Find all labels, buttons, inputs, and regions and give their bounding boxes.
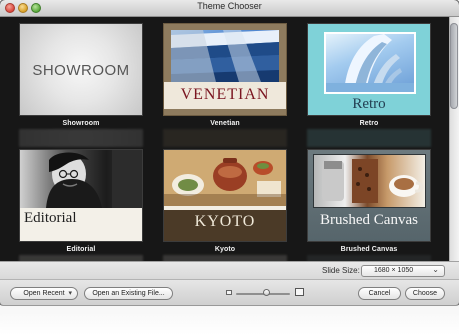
theme-thumbnail-brushed-canvas[interactable]: Brushed Canvas (307, 149, 431, 242)
brushed-canvas-photo (313, 154, 426, 208)
theme-thumbnail-editorial[interactable]: Editorial (19, 149, 143, 242)
venetian-building-image (171, 30, 279, 82)
theme-label-kyoto: Kyoto (214, 246, 236, 253)
theme-reflection-showroom (19, 129, 143, 147)
window-title: Theme Chooser (197, 1, 262, 11)
theme-label-retro: Retro (359, 120, 379, 127)
retro-photo (324, 32, 416, 94)
theme-label-showroom: Showroom (62, 120, 100, 127)
vertical-scrollbar[interactable] (449, 17, 459, 261)
retro-building-image (326, 34, 414, 92)
slide-size-label: Slide Size: (322, 266, 360, 275)
open-existing-file-label: Open an Existing File... (92, 290, 165, 297)
theme-chooser-window: Theme Chooser SHOWROOM Showroom VENETIAN (0, 0, 459, 305)
slide-size-value: 1680 × 1050 (374, 267, 414, 274)
editorial-photo (20, 150, 142, 208)
theme-thumbnail-retro[interactable]: Retro (307, 23, 431, 116)
open-recent-label: Open Recent (23, 290, 65, 297)
choose-button[interactable]: Choose (405, 287, 445, 300)
editorial-portrait-image (46, 150, 142, 208)
brushed-canvas-preview-title: Brushed Canvas (320, 212, 418, 228)
popup-arrow-icon: ▾ (68, 290, 72, 297)
slide-size-row: Slide Size: 1680 × 1050 ⌄ (0, 261, 459, 279)
scrollbar-thumb[interactable] (450, 23, 458, 109)
venetian-photo (171, 30, 279, 82)
open-recent-button[interactable]: Open Recent ▾ (10, 287, 78, 300)
large-thumbnail-icon (295, 288, 304, 296)
theme-reflection-retro (307, 129, 431, 147)
title-bar: Theme Chooser (0, 0, 459, 17)
bottom-toolbar: Open Recent ▾ Open an Existing File... C… (0, 279, 459, 305)
kyoto-photo (164, 150, 286, 206)
slide-size-popup[interactable]: 1680 × 1050 ⌄ (361, 265, 445, 277)
venetian-preview-title: VENETIAN (180, 86, 270, 103)
theme-label-brushed-canvas: Brushed Canvas (340, 246, 398, 253)
retro-preview-title: Retro (352, 96, 386, 112)
thumbnail-size-slider[interactable] (226, 288, 306, 300)
small-thumbnail-icon (226, 290, 232, 295)
theme-label-editorial: Editorial (66, 246, 96, 253)
choose-label: Choose (412, 290, 438, 297)
popup-arrows-icon: ⌄ (432, 265, 439, 274)
theme-thumbnail-venetian[interactable]: VENETIAN (163, 23, 287, 116)
theme-label-venetian: Venetian (210, 120, 240, 127)
kyoto-preview-title: KYOTO (194, 213, 256, 230)
slider-knob[interactable] (263, 289, 270, 296)
theme-thumbnail-kyoto[interactable]: KYOTO (163, 149, 287, 242)
showroom-preview-title: SHOWROOM (32, 62, 130, 79)
cancel-label: Cancel (368, 290, 391, 297)
theme-thumbnail-showroom[interactable]: SHOWROOM (19, 23, 143, 116)
cancel-button[interactable]: Cancel (358, 287, 401, 300)
theme-reflection-venetian (163, 129, 287, 147)
editorial-preview-title: Editorial (24, 210, 77, 226)
brushed-canvas-coffee-image (322, 159, 424, 203)
theme-grid: SHOWROOM Showroom VENETIAN Venetian Retr… (0, 17, 459, 261)
window-reflection-strip (0, 305, 459, 335)
kyoto-tea-image (164, 150, 286, 206)
open-existing-file-button[interactable]: Open an Existing File... (84, 287, 173, 300)
